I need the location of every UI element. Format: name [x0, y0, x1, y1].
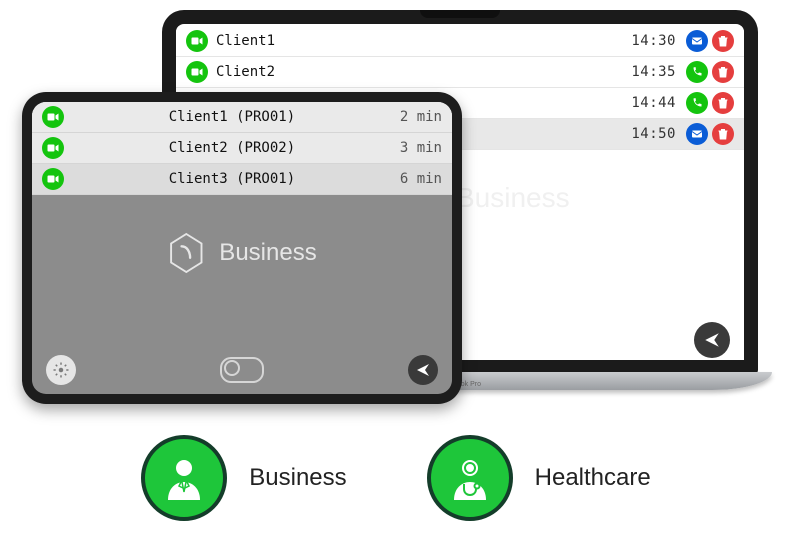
client-name: Client2 (PRO02) — [64, 140, 400, 156]
list-item[interactable]: Client1 (PRO01) 2 min — [32, 102, 452, 133]
client-name: Client3 (PRO01) — [64, 171, 400, 187]
phone-icon[interactable] — [686, 61, 708, 83]
client-name: Client2 — [208, 64, 631, 80]
video-icon — [186, 61, 208, 83]
badge-healthcare[interactable]: Healthcare — [427, 435, 651, 521]
tablet-device: Client1 (PRO01) 2 min Client2 (PRO02) 3 … — [22, 92, 462, 404]
trash-icon[interactable] — [712, 61, 734, 83]
client-name: Client1 (PRO01) — [64, 109, 400, 125]
healthcare-person-icon — [427, 435, 513, 521]
client-duration: 6 min — [400, 171, 442, 187]
trash-icon[interactable] — [712, 30, 734, 52]
availability-toggle[interactable] — [220, 357, 264, 383]
tablet-screen: Client1 (PRO01) 2 min Client2 (PRO02) 3 … — [32, 102, 452, 394]
client-time: 14:30 — [631, 33, 682, 49]
business-person-icon — [141, 435, 227, 521]
client-duration: 2 min — [400, 109, 442, 125]
category-badges: Business Healthcare — [0, 435, 792, 521]
tablet-brand: Business — [167, 232, 316, 274]
list-item[interactable]: Client1 14:30 — [176, 26, 744, 57]
mail-icon[interactable] — [686, 30, 708, 52]
tablet-footer — [32, 346, 452, 394]
send-icon[interactable] — [408, 355, 438, 385]
video-icon — [42, 137, 64, 159]
settings-icon[interactable] — [46, 355, 76, 385]
client-time: 14:35 — [631, 64, 682, 80]
mail-icon[interactable] — [686, 123, 708, 145]
list-item[interactable]: Client3 (PRO01) 6 min — [32, 164, 452, 195]
trash-icon[interactable] — [712, 92, 734, 114]
laptop-notch — [420, 10, 500, 18]
badge-label: Business — [249, 464, 346, 492]
hex-logo-icon — [167, 232, 205, 274]
badge-label: Healthcare — [535, 464, 651, 492]
trash-icon[interactable] — [712, 123, 734, 145]
list-item[interactable]: Client2 14:35 — [176, 57, 744, 88]
laptop-watermark: Business — [456, 182, 570, 214]
tablet-brand-label: Business — [219, 239, 316, 267]
badge-business[interactable]: Business — [141, 435, 346, 521]
client-name: Client1 — [208, 33, 631, 49]
client-time: 14:50 — [631, 126, 682, 142]
phone-icon[interactable] — [686, 92, 708, 114]
client-duration: 3 min — [400, 140, 442, 156]
video-icon — [42, 106, 64, 128]
tablet-client-list: Client1 (PRO01) 2 min Client2 (PRO02) 3 … — [32, 102, 452, 195]
list-item[interactable]: Client2 (PRO02) 3 min — [32, 133, 452, 164]
send-icon[interactable] — [694, 322, 730, 358]
video-icon — [186, 30, 208, 52]
video-icon — [42, 168, 64, 190]
client-time: 14:44 — [631, 95, 682, 111]
